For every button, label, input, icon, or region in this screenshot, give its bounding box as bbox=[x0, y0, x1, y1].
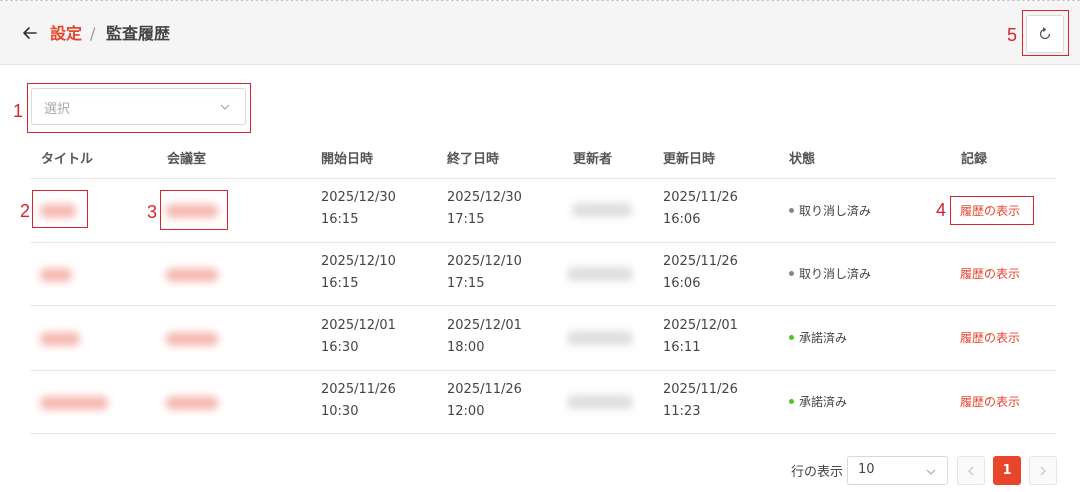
table-row-3-end: 2025/12/01 18:00 bbox=[447, 318, 522, 355]
page-title: 監査履歴 bbox=[106, 24, 171, 43]
back-arrow-icon[interactable] bbox=[20, 23, 40, 43]
table-row-1-updated: 2025/11/26 16:06 bbox=[663, 190, 738, 227]
table-row-3-updated: 2025/12/01 16:11 bbox=[663, 318, 738, 355]
table-row-2-end: 2025/12/10 17:15 bbox=[447, 254, 522, 291]
table-row-2-status: 取り消し済み bbox=[789, 265, 871, 282]
chevron-down-icon bbox=[220, 104, 230, 110]
table-row-2-updater bbox=[567, 267, 633, 281]
table-row-3-updater bbox=[567, 331, 633, 345]
refresh-button[interactable] bbox=[1026, 15, 1064, 53]
row-divider bbox=[30, 242, 1056, 243]
annotation-number-5: 5 bbox=[1007, 25, 1018, 45]
page-number-button[interactable]: 1 bbox=[993, 456, 1021, 485]
column-header-record: 記録 bbox=[961, 152, 988, 167]
column-header-status: 状態 bbox=[789, 152, 816, 167]
rows-per-page-value: 10 bbox=[858, 462, 875, 477]
column-header-end: 終了日時 bbox=[447, 152, 500, 167]
table-row-1-updater bbox=[572, 203, 632, 217]
annotation-number-3: 3 bbox=[147, 202, 158, 222]
table-row-2-history-link[interactable]: 履歴の表示 bbox=[960, 265, 1020, 282]
table-row-1-end: 2025/12/30 17:15 bbox=[447, 190, 522, 227]
table-row-4-end: 2025/11/26 12:00 bbox=[447, 382, 522, 419]
annotation-number-1: 1 bbox=[13, 101, 24, 121]
column-header-start: 開始日時 bbox=[321, 152, 374, 167]
table-row-3-history-link[interactable]: 履歴の表示 bbox=[960, 329, 1020, 346]
table-row-1-start: 2025/12/30 16:15 bbox=[321, 190, 396, 227]
next-page-button[interactable] bbox=[1029, 456, 1057, 485]
column-header-updated: 更新日時 bbox=[663, 152, 716, 167]
status-dot bbox=[789, 208, 794, 213]
table-row-3-room bbox=[166, 332, 218, 346]
annotation-number-4: 4 bbox=[936, 200, 947, 220]
table-row-1-title bbox=[40, 204, 76, 218]
table-row-2-room bbox=[166, 268, 218, 282]
table-row-4-room bbox=[166, 396, 218, 410]
status-dot bbox=[789, 271, 794, 276]
column-header-updater: 更新者 bbox=[573, 152, 613, 167]
annotation-number-2: 2 bbox=[20, 201, 31, 221]
table-row-3-start: 2025/12/01 16:30 bbox=[321, 318, 396, 355]
chevron-left-icon bbox=[968, 466, 974, 475]
filter-select[interactable]: 選択 bbox=[31, 88, 246, 125]
chevron-down-icon bbox=[926, 469, 936, 475]
prev-page-button[interactable] bbox=[957, 456, 985, 485]
table-row-4-updated: 2025/11/26 11:23 bbox=[663, 382, 738, 419]
table-row-4-updater bbox=[567, 395, 633, 409]
table-row-4-history-link[interactable]: 履歴の表示 bbox=[960, 393, 1020, 410]
filter-select-placeholder: 選択 bbox=[44, 102, 71, 117]
table-row-2-start: 2025/12/10 16:15 bbox=[321, 254, 396, 291]
rows-per-page-select[interactable]: 10 bbox=[847, 456, 948, 485]
rows-per-page-label: 行の表示 bbox=[791, 465, 844, 480]
breadcrumb-separator: / bbox=[90, 24, 96, 43]
page-header: 設定 / 監査履歴 bbox=[0, 1, 1080, 65]
column-header-room: 会議室 bbox=[167, 152, 207, 167]
breadcrumb-parent[interactable]: 設定 bbox=[50, 23, 82, 45]
table-row-3-status: 承諾済み bbox=[789, 329, 847, 346]
row-divider bbox=[30, 370, 1056, 371]
table-row-4-start: 2025/11/26 10:30 bbox=[321, 382, 396, 419]
table-row-2-updated: 2025/11/26 16:06 bbox=[663, 254, 738, 291]
row-divider bbox=[30, 305, 1056, 306]
header-divider bbox=[30, 178, 1056, 179]
table-row-4-title bbox=[40, 396, 108, 410]
refresh-icon bbox=[1039, 27, 1051, 40]
status-dot bbox=[789, 335, 794, 340]
column-header-title: タイトル bbox=[41, 152, 94, 167]
status-dot bbox=[789, 399, 794, 404]
table-row-1-history-link[interactable]: 履歴の表示 bbox=[960, 202, 1020, 219]
table-row-1-room bbox=[166, 204, 218, 218]
table-row-1-status: 取り消し済み bbox=[789, 202, 871, 219]
chevron-right-icon bbox=[1040, 466, 1046, 475]
table-row-2-title bbox=[40, 268, 72, 282]
row-divider bbox=[30, 433, 1056, 434]
table-row-3-title bbox=[40, 332, 80, 346]
table-row-4-status: 承諾済み bbox=[789, 393, 847, 410]
